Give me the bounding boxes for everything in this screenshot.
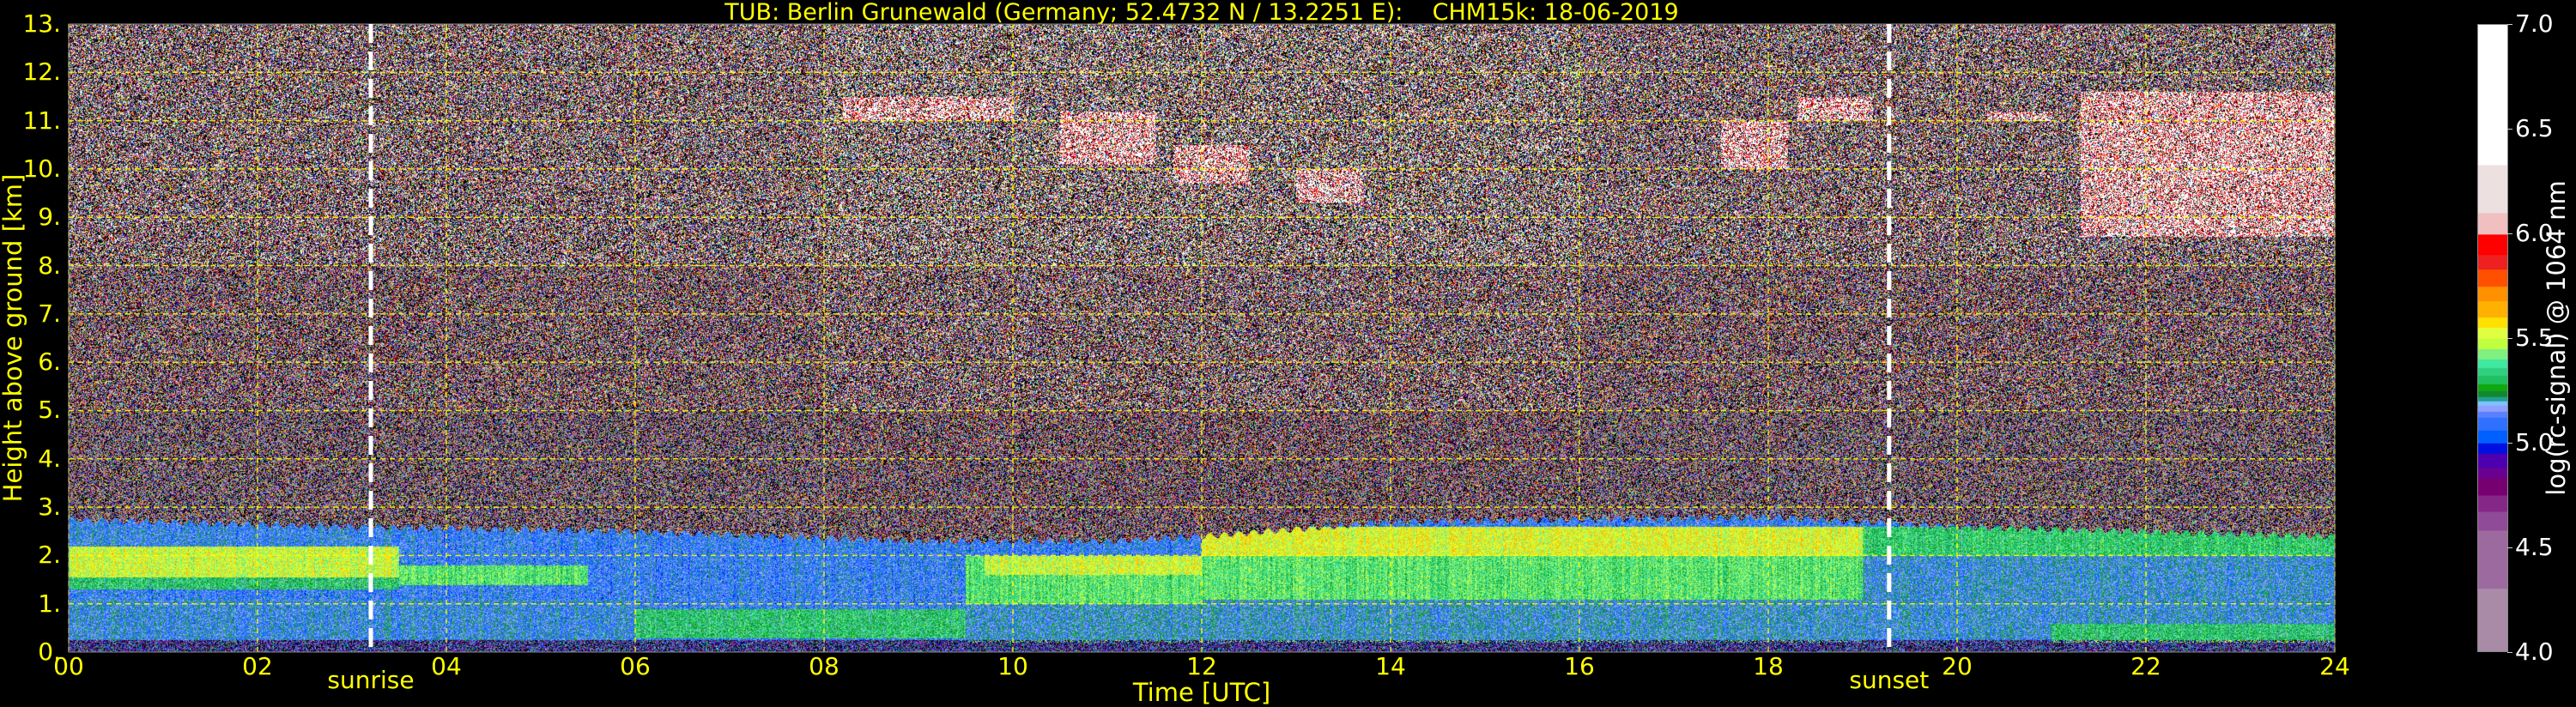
x-tick-label: 22 bbox=[2131, 652, 2161, 680]
y-tick-label: 8. bbox=[38, 251, 61, 280]
plot-area bbox=[68, 23, 2336, 653]
y-tick-label: 13. bbox=[22, 9, 61, 38]
x-tick-label: 02 bbox=[242, 652, 273, 680]
sunrise-label: sunrise bbox=[327, 666, 415, 694]
y-tick-label: 5. bbox=[38, 396, 61, 425]
colorbar-tick-label: 7.0 bbox=[2515, 9, 2554, 38]
x-tick-label: 16 bbox=[1564, 652, 1595, 680]
colorbar-tick-label: 4.0 bbox=[2515, 638, 2554, 666]
x-tick-label: 24 bbox=[2319, 652, 2350, 680]
y-axis-title: Height above ground [km] bbox=[0, 173, 27, 503]
plot-overlay bbox=[68, 23, 2336, 653]
colorbar bbox=[2477, 24, 2508, 652]
y-tick-label: 3. bbox=[38, 492, 61, 522]
y-tick-label: 12. bbox=[22, 57, 61, 87]
y-tick-label: 1. bbox=[38, 589, 61, 618]
colorbar-tick bbox=[2507, 443, 2512, 444]
colorbar-tick bbox=[2507, 24, 2512, 25]
x-tick-label: 06 bbox=[620, 652, 651, 680]
colorbar-tick bbox=[2507, 547, 2512, 548]
y-tick-label: 9. bbox=[38, 202, 61, 232]
x-tick-label: 08 bbox=[809, 652, 839, 680]
x-tick-label: 12 bbox=[1186, 652, 1217, 680]
y-tick-label: 6. bbox=[38, 347, 61, 377]
y-tick-label: 10. bbox=[22, 154, 61, 183]
x-tick-label: 04 bbox=[431, 652, 462, 680]
colorbar-title: log(rc-signal) @ 1064 nm bbox=[2542, 180, 2571, 496]
colorbar-tick bbox=[2507, 129, 2512, 130]
chart-title: TUB: Berlin Grunewald (Germany; 52.4732 … bbox=[724, 0, 1679, 26]
y-tick-label: 7. bbox=[38, 299, 61, 328]
x-tick-label: 00 bbox=[53, 652, 84, 680]
x-tick-label: 10 bbox=[997, 652, 1028, 680]
y-tick-label: 4. bbox=[38, 444, 61, 473]
x-axis-title: Time [UTC] bbox=[1132, 678, 1271, 707]
y-tick-label: 11. bbox=[22, 106, 61, 135]
x-tick-label: 18 bbox=[1753, 652, 1784, 680]
colorbar-tick bbox=[2507, 652, 2512, 653]
colorbar-tick-label: 4.5 bbox=[2515, 533, 2554, 561]
colorbar-tick bbox=[2507, 338, 2512, 339]
colorbar-tick bbox=[2507, 233, 2512, 234]
x-tick-label: 20 bbox=[1942, 652, 1973, 680]
sunset-label: sunset bbox=[1849, 666, 1930, 694]
x-tick-label: 14 bbox=[1375, 652, 1406, 680]
y-tick-label: 2. bbox=[38, 541, 61, 570]
colorbar-tick-label: 6.5 bbox=[2515, 114, 2554, 142]
